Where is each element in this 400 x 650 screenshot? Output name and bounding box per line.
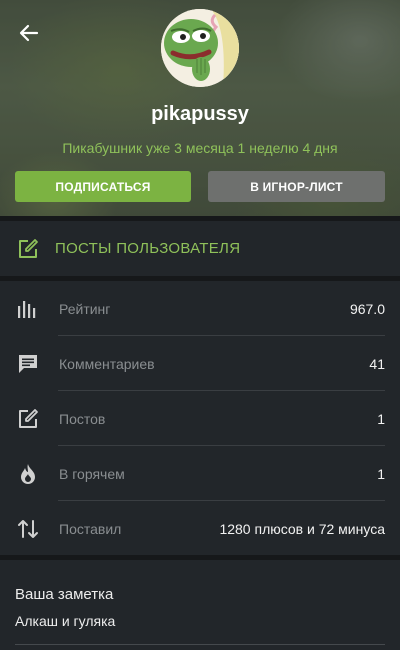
stat-row-rating: Рейтинг 967.0	[0, 281, 400, 336]
subscribe-button[interactable]: ПОДПИСАТЬСЯ	[15, 171, 191, 202]
stats-panel: Рейтинг 967.0 Комментариев 41 Постов 1 В…	[0, 281, 400, 555]
note-underline	[15, 644, 385, 645]
member-since: Пикабушник уже 3 месяца 1 неделю 4 дня	[62, 140, 338, 156]
stat-row-posts: Постов 1	[0, 391, 400, 446]
up-down-arrows-icon	[18, 520, 38, 538]
stat-row-comments: Комментариев 41	[0, 336, 400, 391]
profile-header: pikapussy Пикабушник уже 3 месяца 1 неде…	[0, 0, 400, 216]
stat-label: Постов	[59, 411, 106, 427]
stat-label: Рейтинг	[59, 301, 111, 317]
avatar	[161, 9, 239, 87]
stat-row-hot: В горячем 1	[0, 446, 400, 501]
stat-label: В горячем	[59, 466, 125, 482]
user-note-panel[interactable]: Ваша заметка Алкаш и гуляка	[0, 560, 400, 650]
ignore-list-button[interactable]: В ИГНОР-ЛИСТ	[208, 171, 385, 202]
note-text[interactable]: Алкаш и гуляка	[15, 613, 115, 629]
note-title: Ваша заметка	[15, 586, 114, 603]
stat-value: 1280 плюсов и 72 минуса	[219, 521, 385, 537]
edit-post-icon	[19, 239, 38, 258]
flame-icon	[21, 464, 35, 484]
comments-icon	[19, 355, 37, 373]
back-arrow-icon	[19, 24, 39, 42]
back-button[interactable]	[14, 18, 44, 48]
stat-value: 1	[377, 411, 385, 427]
stat-value: 967.0	[349, 301, 385, 317]
user-posts-link[interactable]: ПОСТЫ ПОЛЬЗОВАТЕЛЯ	[0, 221, 400, 276]
edit-post-icon	[19, 409, 38, 428]
rating-bars-icon	[18, 301, 36, 318]
stat-row-votes: Поставил 1280 плюсов и 72 минуса	[0, 501, 400, 556]
stat-value: 41	[369, 356, 385, 372]
user-posts-label: ПОСТЫ ПОЛЬЗОВАТЕЛЯ	[55, 240, 241, 257]
stat-value: 1	[377, 466, 385, 482]
stat-label: Комментариев	[59, 356, 155, 372]
stat-label: Поставил	[59, 521, 122, 537]
username: pikapussy	[151, 103, 249, 125]
